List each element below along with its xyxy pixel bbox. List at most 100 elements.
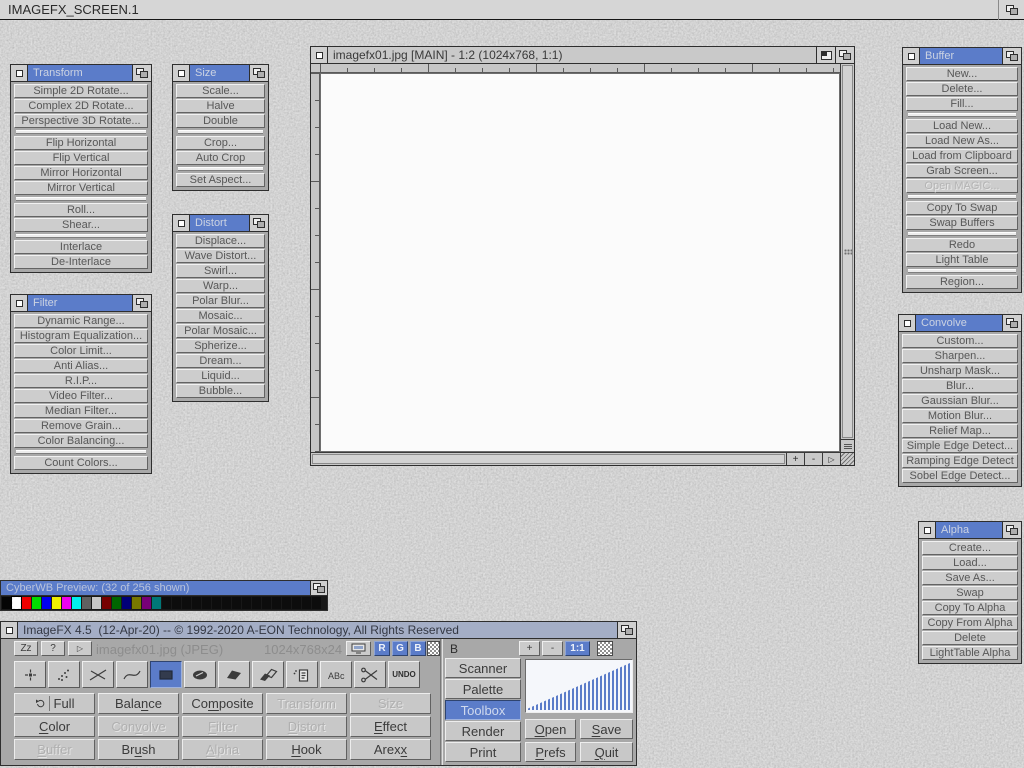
filter-button-video-filter[interactable]: Video Filter... — [14, 389, 148, 403]
depth-gadget[interactable] — [132, 65, 151, 81]
undo-button[interactable]: UNDO — [388, 661, 420, 688]
convolve-button-gaussian-blur[interactable]: Gaussian Blur... — [902, 394, 1018, 408]
panel-titlebar[interactable]: Transform — [11, 65, 151, 82]
vertical-scrollbar[interactable] — [840, 64, 854, 452]
depth-gadget[interactable] — [249, 215, 268, 231]
curve-tool[interactable] — [116, 661, 148, 688]
channel-green-button[interactable]: G — [392, 641, 408, 656]
buffer-button-delete[interactable]: Delete... — [906, 82, 1018, 96]
buffer-button-copy-to-swap[interactable]: Copy To Swap — [906, 201, 1018, 215]
palette-swatch[interactable] — [202, 597, 211, 609]
palette-swatch[interactable] — [112, 597, 121, 609]
zoom-in-button[interactable]: + — [786, 453, 804, 465]
command-convolve[interactable]: Convolve — [98, 716, 179, 737]
transform-button-perspective-3d-rotate[interactable]: Perspective 3D Rotate... — [14, 114, 148, 128]
transform-button-mirror-vertical[interactable]: Mirror Vertical — [14, 181, 148, 195]
convolve-button-sharpen[interactable]: Sharpen... — [902, 349, 1018, 363]
zoom-in-button[interactable]: + — [519, 641, 540, 656]
transform-button-flip-horizontal[interactable]: Flip Horizontal — [14, 136, 148, 150]
close-gadget[interactable] — [1, 622, 18, 638]
palette-swatch[interactable] — [252, 597, 261, 609]
alpha-button-lighttable-alpha[interactable]: LightTable Alpha — [922, 646, 1018, 660]
convolve-button-unsharp-mask[interactable]: Unsharp Mask... — [902, 364, 1018, 378]
box-tool[interactable] — [150, 661, 182, 688]
convolve-button-relief-map[interactable]: Relief Map... — [902, 424, 1018, 438]
polygon-tool[interactable] — [218, 661, 250, 688]
palette-swatch[interactable] — [22, 597, 31, 609]
palette-swatch[interactable] — [72, 597, 81, 609]
buffer-button-redo[interactable]: Redo — [906, 238, 1018, 252]
alpha-button-swap[interactable]: Swap — [922, 586, 1018, 600]
oval-tool[interactable] — [184, 661, 216, 688]
horizontal-scroll-thumb[interactable] — [312, 454, 785, 464]
size-button-halve[interactable]: Halve — [176, 99, 265, 113]
filter-button-dynamic-range[interactable]: Dynamic Range... — [14, 314, 148, 328]
palette-swatch[interactable] — [282, 597, 291, 609]
palette-swatch[interactable] — [212, 597, 221, 609]
command-color[interactable]: Color — [14, 716, 95, 737]
preview-titlebar[interactable]: CyberWB Preview: (32 of 256 shown) — [1, 581, 327, 596]
panel-titlebar[interactable]: Buffer — [903, 48, 1021, 65]
close-gadget[interactable] — [903, 48, 920, 64]
convolve-button-custom[interactable]: Custom... — [902, 334, 1018, 348]
mode-render[interactable]: Render — [445, 721, 521, 741]
palette-swatch[interactable] — [2, 597, 11, 609]
palette-swatch[interactable] — [312, 597, 321, 609]
panel-titlebar[interactable]: Alpha — [919, 522, 1021, 539]
alpha-button-copy-to-alpha[interactable]: Copy To Alpha — [922, 601, 1018, 615]
convolve-button-motion-blur[interactable]: Motion Blur... — [902, 409, 1018, 423]
palette-swatch[interactable] — [102, 597, 111, 609]
palette-swatch[interactable] — [182, 597, 191, 609]
transform-button-shear[interactable]: Shear... — [14, 218, 148, 232]
palette-swatch[interactable] — [52, 597, 61, 609]
palette-swatch[interactable] — [272, 597, 281, 609]
image-window-titlebar[interactable]: imagefx01.jpg [MAIN] - 1:2 (1024x768, 1:… — [311, 47, 854, 64]
command-hook[interactable]: Hook — [266, 739, 347, 760]
buffer-button-fill[interactable]: Fill... — [906, 97, 1018, 111]
buffer-button-load-new-as[interactable]: Load New As... — [906, 134, 1018, 148]
scissors-tool[interactable] — [354, 661, 386, 688]
buffer-button-swap-buffers[interactable]: Swap Buffers — [906, 216, 1018, 230]
depth-gadget[interactable] — [835, 47, 854, 63]
filter-button-count-colors[interactable]: Count Colors... — [14, 456, 148, 470]
buffer-button-load-new[interactable]: Load New... — [906, 119, 1018, 133]
distort-button-swirl[interactable]: Swirl... — [176, 264, 265, 278]
transform-button-simple-2d-rotate[interactable]: Simple 2D Rotate... — [14, 84, 148, 98]
palette-swatch[interactable] — [262, 597, 271, 609]
size-button-scale[interactable]: Scale... — [176, 84, 265, 98]
image-canvas[interactable] — [320, 73, 840, 452]
line-tool[interactable] — [82, 661, 114, 688]
transform-button-de-interlace[interactable]: De-Interlace — [14, 255, 148, 269]
filter-button-r-i-p[interactable]: R.I.P... — [14, 374, 148, 388]
buffer-button-region[interactable]: Region... — [906, 275, 1018, 289]
panel-titlebar[interactable]: Filter — [11, 295, 151, 312]
zoom-out-button[interactable]: - — [542, 641, 563, 656]
transform-button-interlace[interactable]: Interlace — [14, 240, 148, 254]
play-button[interactable]: ▷ — [68, 641, 92, 656]
distort-button-liquid[interactable]: Liquid... — [176, 369, 265, 383]
command-transform[interactable]: Transform — [266, 693, 347, 714]
scroll-options-gadget[interactable] — [841, 439, 854, 452]
close-gadget[interactable] — [11, 295, 28, 311]
alpha-button-load[interactable]: Load... — [922, 556, 1018, 570]
distort-button-polar-blur[interactable]: Polar Blur... — [176, 294, 265, 308]
size-button-crop[interactable]: Crop... — [176, 136, 265, 150]
palette-swatch[interactable] — [92, 597, 101, 609]
buffer-button-load-from-clipboard[interactable]: Load from Clipboard — [906, 149, 1018, 163]
buffer-button-open-magic[interactable]: Open MAGIC... — [906, 179, 1018, 193]
command-balance[interactable]: Balance — [98, 693, 179, 714]
command-full[interactable]: Full — [14, 693, 95, 714]
command-size[interactable]: Size — [350, 693, 431, 714]
distort-button-displace[interactable]: Displace... — [176, 234, 265, 248]
buffer-button-light-table[interactable]: Light Table — [906, 253, 1018, 267]
buffer-button-new[interactable]: New... — [906, 67, 1018, 81]
airbrush-tool[interactable] — [48, 661, 80, 688]
freehand-tool[interactable] — [252, 661, 284, 688]
transform-button-mirror-horizontal[interactable]: Mirror Horizontal — [14, 166, 148, 180]
filter-button-anti-alias[interactable]: Anti Alias... — [14, 359, 148, 373]
distort-button-warp[interactable]: Warp... — [176, 279, 265, 293]
mode-scanner[interactable]: Scanner — [445, 658, 521, 678]
screen-depth-gadget[interactable] — [998, 0, 1024, 20]
palette-swatch[interactable] — [32, 597, 41, 609]
clipboard-tool[interactable] — [286, 661, 318, 688]
